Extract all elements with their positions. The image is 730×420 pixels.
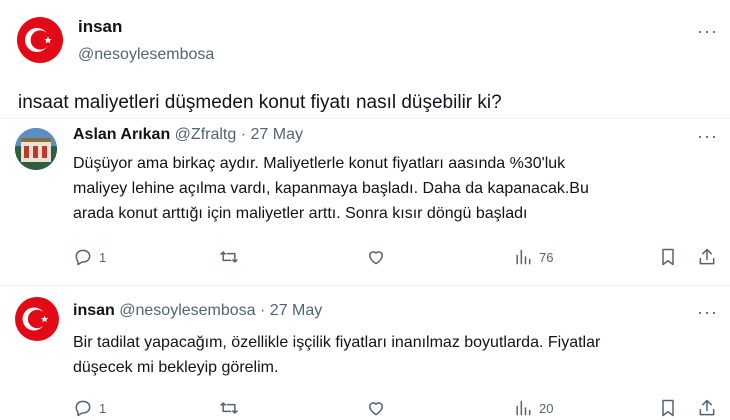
divider	[0, 118, 730, 119]
views-count: 20	[539, 400, 554, 416]
reply1-text: Düşüyor ama birkaç aydır. Maliyetlerle k…	[73, 151, 589, 226]
reply1-date[interactable]: 27 May	[251, 126, 303, 143]
retweet-button[interactable]	[218, 247, 240, 267]
reply-count: 1	[99, 400, 107, 416]
main-post-display-name[interactable]: insan	[78, 17, 122, 37]
divider	[0, 285, 730, 286]
main-post-handle[interactable]: @nesoylesembosa	[78, 46, 214, 64]
share-button[interactable]	[697, 398, 717, 418]
retweet-icon	[220, 402, 238, 414]
more-dots-icon[interactable]: ···	[697, 303, 718, 321]
bookmark-icon	[662, 399, 674, 417]
like-button[interactable]	[366, 247, 386, 267]
main-post-text: insaat maliyetleri düşmeden konut fiyatı…	[18, 92, 502, 113]
reply2-handle[interactable]: @nesoylesembosa	[119, 302, 255, 319]
like-button[interactable]	[366, 398, 386, 418]
retweet-button[interactable]	[218, 398, 240, 418]
reply-icon	[75, 249, 91, 266]
reply2-text: Bir tadilat yapacağım, özellikle işçilik…	[73, 330, 600, 380]
bookmark-icon	[662, 248, 674, 266]
main-post-avatar[interactable]	[17, 17, 63, 63]
reply1-text-line: maliyey lehine açılma vardı, kapanmaya b…	[73, 180, 589, 197]
share-button[interactable]	[697, 247, 717, 267]
reply2-avatar[interactable]	[15, 297, 59, 341]
reply1-display-name[interactable]: Aslan Arıkan	[73, 126, 170, 143]
reply1-text-line: Düşüyor ama birkaç aydır. Maliyetlerle k…	[73, 155, 566, 172]
reply1-handle[interactable]: @Zfraltg	[175, 126, 237, 143]
more-dots-icon[interactable]: ···	[697, 127, 718, 145]
reply-icon	[75, 400, 91, 417]
reply1-separator: ·	[240, 126, 247, 143]
reply2-display-name[interactable]: insan	[73, 302, 115, 319]
views-button[interactable]: 76	[513, 247, 553, 267]
bookmark-button[interactable]	[659, 398, 677, 418]
bookmark-button[interactable]	[659, 247, 677, 267]
reply1-avatar[interactable]	[15, 128, 57, 170]
reply1-header: Aslan Arıkan @Zfraltg · 27 May	[73, 126, 303, 144]
share-icon	[699, 248, 715, 265]
views-count: 76	[539, 249, 554, 265]
reply2-date[interactable]: 27 May	[270, 302, 322, 319]
reply2-text-line: Bir tadilat yapacağım, özellikle işçilik…	[73, 334, 601, 351]
reply-button[interactable]: 1	[73, 398, 106, 418]
reply-button[interactable]: 1	[73, 247, 106, 267]
like-icon	[369, 251, 383, 265]
reply-count: 1	[99, 249, 107, 265]
share-icon	[699, 399, 715, 416]
reply2-separator: ·	[260, 302, 266, 319]
views-icon	[516, 400, 531, 416]
retweet-icon	[220, 251, 238, 263]
reply1-text-line: arada konut arttığı için maliyetler artt…	[73, 205, 528, 222]
more-dots-icon[interactable]: ···	[697, 22, 718, 40]
views-icon	[516, 249, 531, 265]
like-icon	[369, 402, 383, 416]
reply2-text-line: düşecek mi bekleyip görelim.	[73, 359, 279, 376]
views-button[interactable]: 20	[513, 398, 553, 418]
reply2-header: insan @nesoylesembosa · 27 May	[73, 302, 322, 320]
